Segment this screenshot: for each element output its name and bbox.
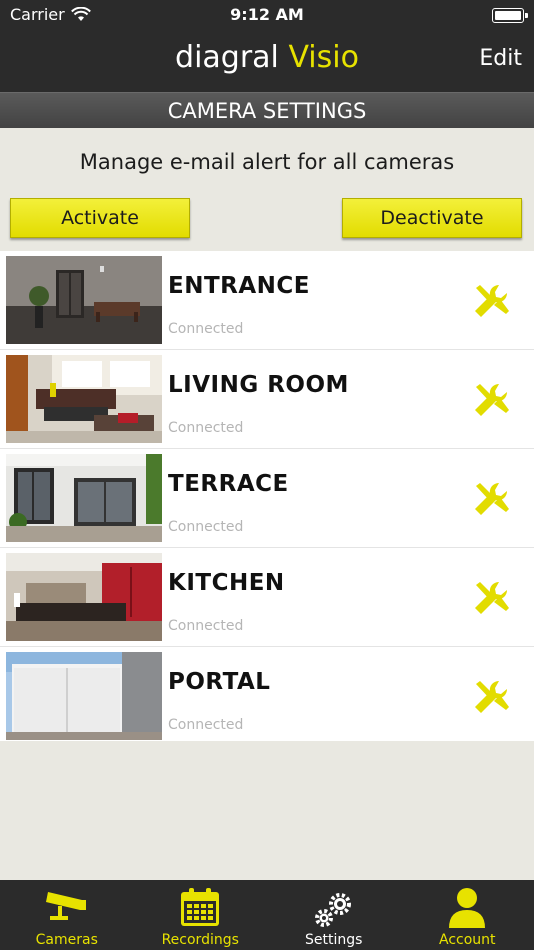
camera-thumbnail-entrance [6,256,162,344]
activate-button[interactable]: Activate [10,198,190,238]
wrench-screwdriver-icon[interactable] [470,578,512,620]
camera-thumbnail-kitchen [6,553,162,641]
nav-bar: diagral Visio Edit [0,30,534,92]
camera-list: ENTRANCE Connected LIVING ROOM Connected… [0,251,534,741]
camera-status: Connected [168,420,244,436]
tab-label: Cameras [35,932,98,948]
brand-accent: Visio [288,40,359,75]
status-bar: Carrier 9:12 AM [0,0,534,30]
camera-thumbnail-terrace [6,454,162,542]
status-time: 9:12 AM [230,5,304,24]
camera-row-terrace[interactable]: TERRACE Connected [0,449,534,548]
camera-status: Connected [168,519,244,535]
camera-status: Connected [168,717,244,733]
camera-row-portal[interactable]: PORTAL Connected [0,647,534,741]
camera-name: TERRACE [168,471,289,497]
user-icon [449,888,486,928]
gears-icon [314,893,351,927]
tab-label: Settings [305,932,363,948]
camera-status: Connected [168,321,244,337]
camera-row-kitchen[interactable]: KITCHEN Connected [0,548,534,647]
wrench-screwdriver-icon[interactable] [470,479,512,521]
camera-name: PORTAL [168,669,271,695]
camera-thumbnail-portal [6,652,162,740]
deactivate-button[interactable]: Deactivate [342,198,522,238]
email-alert-text: Manage e-mail alert for all cameras [79,150,455,174]
camera-status: Connected [168,618,244,634]
tab-recordings[interactable]: Recordings [134,880,268,950]
tab-settings[interactable]: Settings [267,880,401,950]
camera-row-entrance[interactable]: ENTRANCE Connected [0,251,534,350]
camera-row-living-room[interactable]: LIVING ROOM Connected [0,350,534,449]
tab-bar: Cameras Recordings Settings Account [0,880,534,950]
camera-name: ENTRANCE [168,273,310,299]
edit-button[interactable]: Edit [479,46,522,71]
camera-name: LIVING ROOM [168,372,349,398]
section-header: CAMERA SETTINGS [0,92,534,128]
battery-icon [492,8,528,23]
camera-icon [45,892,86,920]
wrench-screwdriver-icon[interactable] [470,281,512,323]
app-logo: diagral Visio [0,40,534,75]
brand-main: diagral [175,40,279,75]
wrench-screwdriver-icon[interactable] [470,677,512,719]
tab-account[interactable]: Account [401,880,534,950]
tab-label: Account [438,932,496,948]
tab-cameras[interactable]: Cameras [0,880,134,950]
camera-name: KITCHEN [168,570,285,596]
camera-thumbnail-living-room [6,355,162,443]
calendar-icon [181,888,220,926]
wrench-screwdriver-icon[interactable] [470,380,512,422]
tab-label: Recordings [161,932,239,948]
